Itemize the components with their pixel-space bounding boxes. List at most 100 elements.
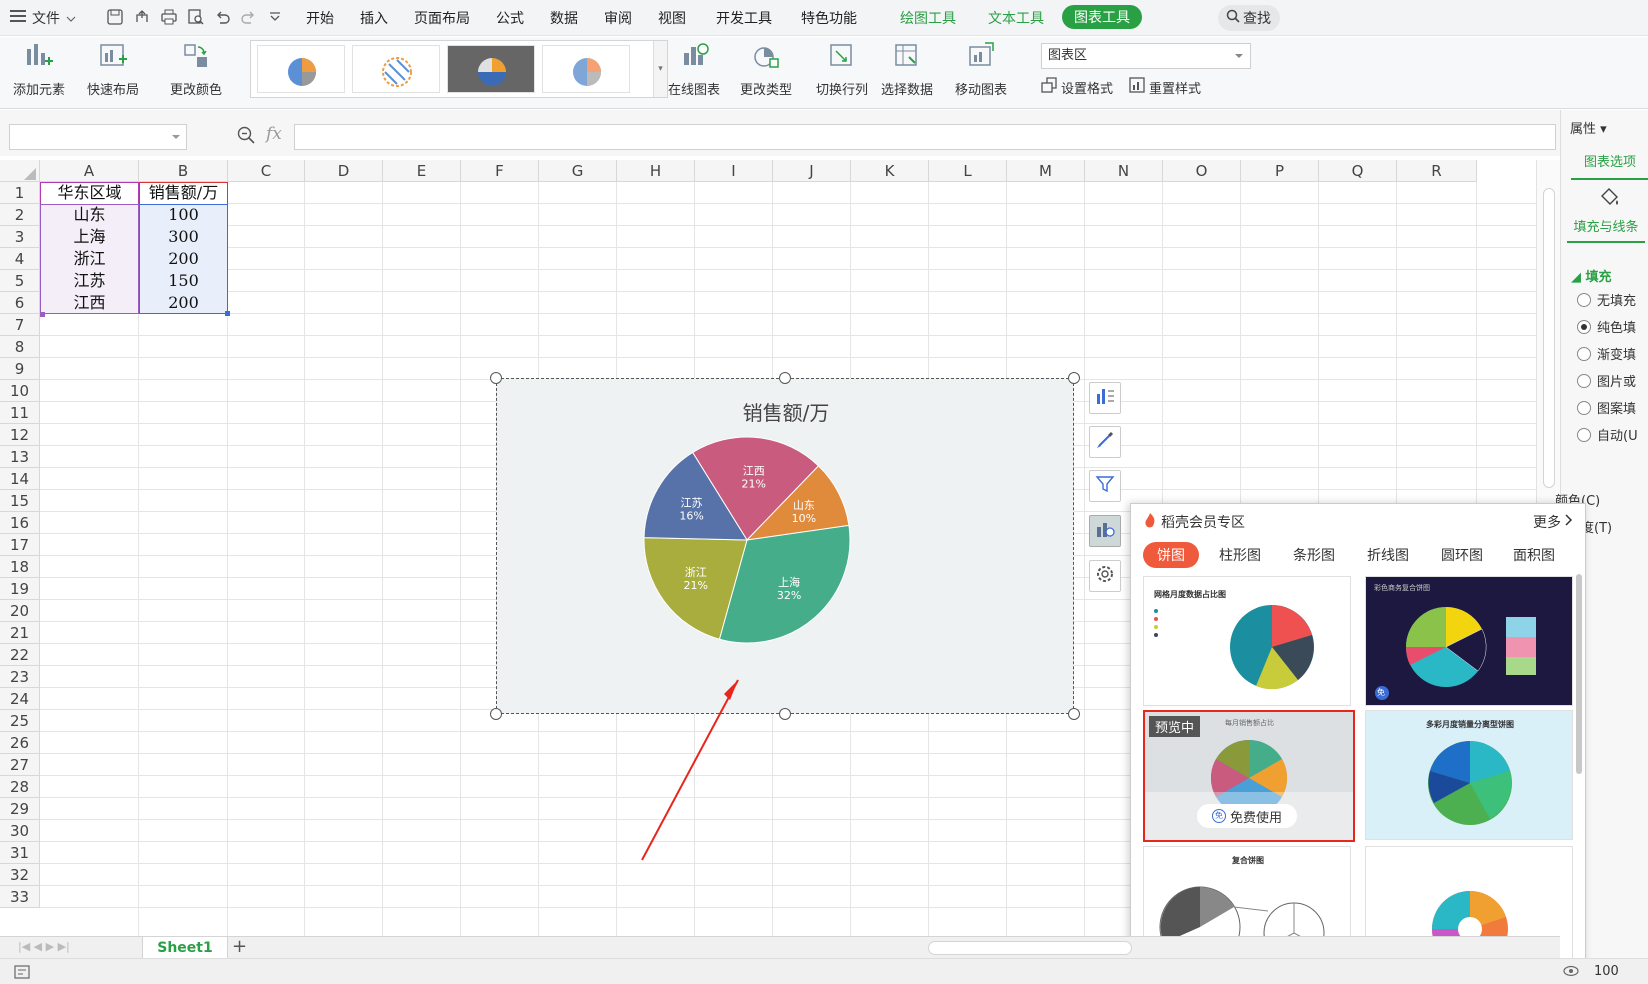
row-header-17[interactable]: 17 — [0, 534, 40, 556]
chart-element-select[interactable]: 图表区 — [1041, 43, 1251, 69]
undo-icon[interactable] — [212, 6, 234, 28]
row-header-25[interactable]: 25 — [0, 710, 40, 732]
eye-protection-icon[interactable] — [1562, 963, 1580, 983]
print-preview-icon[interactable] — [185, 6, 207, 28]
row-header-13[interactable]: 13 — [0, 446, 40, 468]
menu-home[interactable]: 开始 — [306, 8, 334, 28]
menu-features[interactable]: 特色功能 — [801, 8, 857, 28]
menu-data[interactable]: 数据 — [550, 8, 578, 28]
chart-options-tab[interactable]: 图表选项 — [1571, 146, 1648, 180]
move-chart-button[interactable]: 移动图表 — [955, 41, 1007, 98]
zoom-level[interactable]: 100 — [1594, 964, 1619, 979]
redo-icon[interactable] — [237, 6, 259, 28]
row-header-30[interactable]: 30 — [0, 820, 40, 842]
popup-tab-pie[interactable]: 饼图 — [1143, 542, 1199, 568]
resize-handle-bottom-right[interactable] — [1068, 708, 1080, 720]
column-header-m[interactable]: M — [1007, 160, 1085, 182]
select-all-corner[interactable] — [0, 160, 40, 182]
chart-settings-button[interactable] — [1089, 560, 1121, 592]
set-format-button[interactable]: 设置格式 — [1041, 77, 1113, 97]
cell-region[interactable]: 江西 — [40, 292, 139, 314]
gallery-expand-icon[interactable]: ▾ — [653, 41, 667, 97]
free-use-button[interactable]: 免 免费使用 — [1197, 804, 1297, 828]
formula-input[interactable] — [294, 124, 1556, 150]
name-box[interactable] — [9, 124, 187, 150]
header-region[interactable]: 华东区域 — [40, 182, 139, 204]
column-header-i[interactable]: I — [695, 160, 773, 182]
row-header-12[interactable]: 12 — [0, 424, 40, 446]
resize-handle-bottom[interactable] — [779, 708, 791, 720]
fill-line-tab[interactable]: 填充与线条 — [1567, 216, 1645, 243]
popup-tab-line[interactable]: 折线图 — [1367, 545, 1409, 565]
chart-style-3[interactable] — [447, 45, 535, 93]
fill-option-5[interactable]: 自动(U — [1577, 425, 1638, 444]
change-type-button[interactable]: 更改类型 — [740, 41, 792, 98]
row-header-3[interactable]: 3 — [0, 226, 40, 248]
column-header-c[interactable]: C — [228, 160, 305, 182]
online-chart-side-button[interactable] — [1089, 515, 1121, 547]
resize-handle-top[interactable] — [779, 372, 791, 384]
resize-handle-bottom-left[interactable] — [490, 708, 502, 720]
search-button[interactable]: 查找 — [1218, 5, 1280, 31]
column-header-d[interactable]: D — [305, 160, 383, 182]
template-card-1[interactable]: 网格月度数据占比图 — [1143, 576, 1351, 706]
cell-region[interactable]: 江苏 — [40, 270, 139, 292]
menu-developer[interactable]: 开发工具 — [716, 8, 772, 28]
row-header-27[interactable]: 27 — [0, 754, 40, 776]
fill-option-4[interactable]: 图案填 — [1577, 398, 1636, 417]
row-header-9[interactable]: 9 — [0, 358, 40, 380]
header-sales[interactable]: 销售额/万 — [139, 182, 228, 204]
column-header-h[interactable]: H — [617, 160, 695, 182]
menu-chart-tools[interactable]: 图表工具 — [1062, 5, 1142, 29]
row-header-31[interactable]: 31 — [0, 842, 40, 864]
row-header-8[interactable]: 8 — [0, 336, 40, 358]
row-header-11[interactable]: 11 — [0, 402, 40, 424]
fill-option-3[interactable]: 图片或 — [1577, 371, 1636, 390]
popup-tab-ring[interactable]: 圆环图 — [1441, 545, 1483, 565]
cell-sales[interactable]: 300 — [139, 226, 228, 248]
customize-toolbar-icon[interactable] — [264, 6, 286, 28]
chart-style-4[interactable] — [542, 45, 630, 93]
fx-icon[interactable]: fx — [266, 124, 282, 144]
macro-record-icon[interactable] — [14, 964, 32, 984]
popup-tab-bar[interactable]: 条形图 — [1293, 545, 1335, 565]
column-header-q[interactable]: Q — [1319, 160, 1397, 182]
column-header-l[interactable]: L — [929, 160, 1007, 182]
resize-handle-top-left[interactable] — [490, 372, 502, 384]
row-header-15[interactable]: 15 — [0, 490, 40, 512]
column-header-e[interactable]: E — [383, 160, 461, 182]
cell-region[interactable]: 浙江 — [40, 248, 139, 270]
menu-insert[interactable]: 插入 — [360, 8, 388, 28]
file-menu[interactable]: 文件 — [10, 6, 76, 30]
menu-page-layout[interactable]: 页面布局 — [414, 8, 470, 28]
template-card-3-preview[interactable]: 预览中 每月销售额占比 免 免费使用 — [1143, 710, 1355, 842]
fill-option-1[interactable]: 纯色填 — [1577, 317, 1636, 336]
horizontal-scrollbar[interactable] — [928, 941, 1132, 955]
cell-sales[interactable]: 100 — [139, 204, 228, 226]
fill-section[interactable]: ◢ 填充 — [1571, 266, 1612, 285]
popup-tab-column[interactable]: 柱形图 — [1219, 545, 1261, 565]
chart-style-2[interactable] — [352, 45, 440, 93]
row-header-20[interactable]: 20 — [0, 600, 40, 622]
column-header-j[interactable]: J — [773, 160, 851, 182]
cell-sales[interactable]: 200 — [139, 292, 228, 314]
column-header-n[interactable]: N — [1085, 160, 1163, 182]
row-header-6[interactable]: 6 — [0, 292, 40, 314]
column-header-r[interactable]: R — [1397, 160, 1477, 182]
row-header-16[interactable]: 16 — [0, 512, 40, 534]
column-header-f[interactable]: F — [461, 160, 539, 182]
column-header-a[interactable]: A — [40, 160, 139, 182]
chart-style-button[interactable] — [1089, 426, 1121, 458]
row-header-26[interactable]: 26 — [0, 732, 40, 754]
vertical-scroll-thumb[interactable] — [1543, 188, 1555, 488]
menu-view[interactable]: 视图 — [658, 8, 686, 28]
sheet-tab-sheet1[interactable]: Sheet1 — [142, 937, 228, 959]
row-header-24[interactable]: 24 — [0, 688, 40, 710]
column-header-b[interactable]: B — [139, 160, 228, 182]
pie-chart[interactable]: 销售额/万 江西 21% 山东 10% 上海 32% 浙江 21% 江苏 16% — [496, 378, 1074, 714]
row-header-2[interactable]: 2 — [0, 204, 40, 226]
column-header-p[interactable]: P — [1241, 160, 1319, 182]
cell-region[interactable]: 上海 — [40, 226, 139, 248]
row-header-10[interactable]: 10 — [0, 380, 40, 402]
row-header-23[interactable]: 23 — [0, 666, 40, 688]
